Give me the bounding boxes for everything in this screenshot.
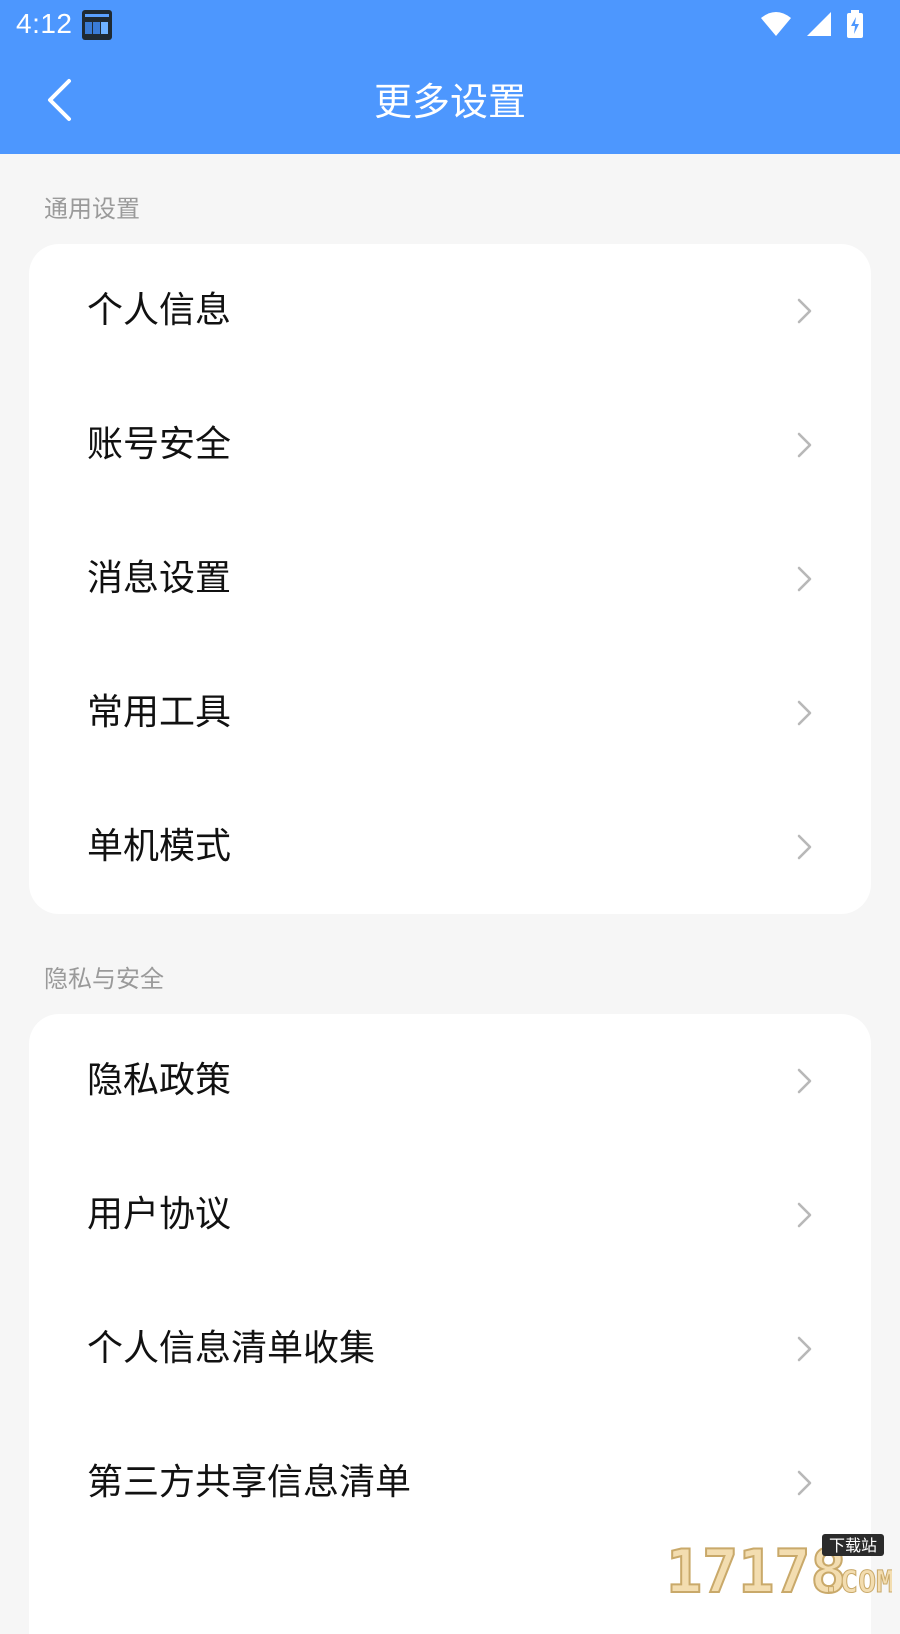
watermark-text: 17178 xyxy=(666,1537,847,1598)
status-time: 4:12 xyxy=(16,8,73,39)
wifi-icon xyxy=(760,11,792,41)
chevron-right-icon xyxy=(797,1470,812,1496)
navigation-bar: 更多设置 xyxy=(0,50,900,154)
chevron-right-icon xyxy=(797,1068,812,1094)
section-title-general: 通用设置 xyxy=(44,195,140,223)
general-settings-card: 个人信息 账号安全 消息设置 常用工具 单机模式 xyxy=(29,244,871,914)
settings-item-user-agreement[interactable]: 用户协议 xyxy=(29,1148,871,1282)
settings-item-label: 消息设置 xyxy=(87,558,232,599)
settings-item-label: 单机模式 xyxy=(87,826,232,867)
chevron-right-icon xyxy=(797,834,812,860)
watermark-logo: 17178 下载站 .COM xyxy=(662,1528,895,1608)
settings-item-offline-mode[interactable]: 单机模式 xyxy=(29,780,871,914)
settings-item-message-settings[interactable]: 消息设置 xyxy=(29,512,871,646)
watermark-suffix: .COM xyxy=(822,1565,892,1598)
settings-item-common-tools[interactable]: 常用工具 xyxy=(29,646,871,780)
chevron-right-icon xyxy=(797,1336,812,1362)
settings-item-label: 个人信息清单收集 xyxy=(87,1328,376,1369)
settings-item-personal-info-collection[interactable]: 个人信息清单收集 xyxy=(29,1282,871,1416)
chevron-right-icon xyxy=(797,298,812,324)
settings-item-account-security[interactable]: 账号安全 xyxy=(29,378,871,512)
settings-item-label: 常用工具 xyxy=(87,692,232,733)
page-title: 更多设置 xyxy=(373,80,526,124)
chevron-right-icon xyxy=(797,566,812,592)
status-bar: 4:12 xyxy=(0,0,900,50)
settings-item-label: 账号安全 xyxy=(87,424,232,465)
settings-item-label: 隐私政策 xyxy=(87,1060,232,1101)
watermark-sub: 下载站 xyxy=(829,1536,877,1555)
status-icons xyxy=(760,8,864,44)
settings-item-privacy-policy[interactable]: 隐私政策 xyxy=(29,1014,871,1148)
section-title-privacy: 隐私与安全 xyxy=(44,965,164,993)
chevron-right-icon xyxy=(797,432,812,458)
settings-item-label: 第三方共享信息清单 xyxy=(87,1462,412,1503)
app-notification-icon xyxy=(82,10,112,40)
battery-charging-icon xyxy=(846,10,864,42)
signal-icon xyxy=(806,11,832,41)
settings-item-label: 用户协议 xyxy=(87,1194,232,1235)
settings-item-label: 个人信息 xyxy=(87,290,232,331)
app-header: 4:12 更多设置 xyxy=(0,0,900,154)
chevron-right-icon xyxy=(797,700,812,726)
settings-item-personal-info[interactable]: 个人信息 xyxy=(29,244,871,378)
chevron-right-icon xyxy=(797,1202,812,1228)
